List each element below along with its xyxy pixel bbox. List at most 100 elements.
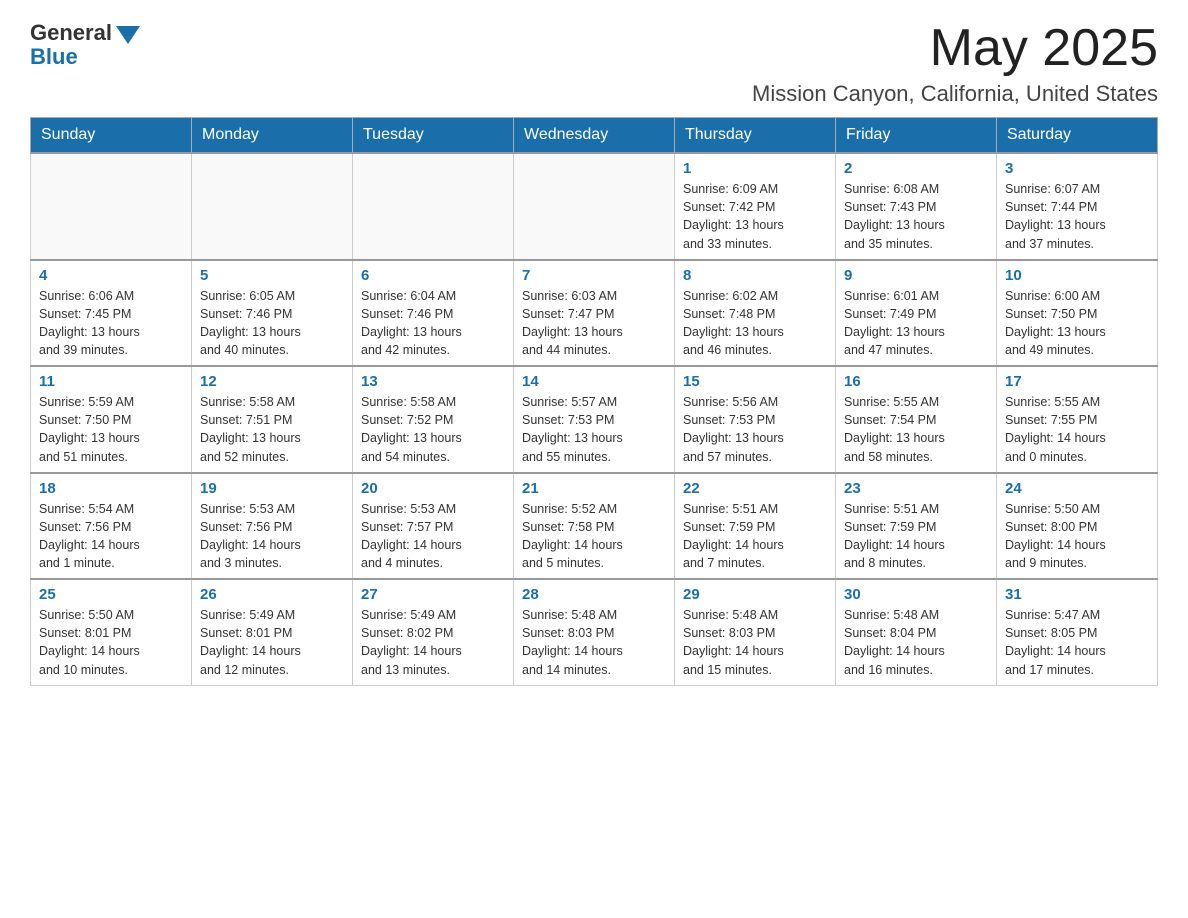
- logo: General Blue: [30, 20, 140, 70]
- calendar-cell: 9 Sunrise: 6:01 AM Sunset: 7:49 PM Daylig…: [836, 260, 997, 367]
- calendar-cell: 3 Sunrise: 6:07 AM Sunset: 7:44 PM Daylig…: [997, 153, 1158, 260]
- calendar-cell: 6Sunrise: 6:04 AM Sunset: 7:46 PM Daylig…: [353, 260, 514, 367]
- day-number: 1: [683, 160, 827, 177]
- day-number: 9: [844, 267, 988, 284]
- calendar-cell: 24 Sunrise: 5:50 AM Sunset: 8:00 PM Dayli…: [997, 473, 1158, 580]
- day-info: Sunrise: 5:51 AM Sunset: 7:59 PM Dayligh…: [683, 500, 827, 573]
- week-row-3: 11 Sunrise: 5:59 AM Sunset: 7:50 PM Dayli…: [31, 366, 1158, 473]
- day-number: 11: [39, 373, 183, 390]
- calendar-cell: 25 Sunrise: 5:50 AM Sunset: 8:01 PM Dayli…: [31, 579, 192, 685]
- calendar-cell: [353, 153, 514, 260]
- calendar-table: SundayMondayTuesdayWednesdayThursdayFrid…: [30, 117, 1158, 686]
- weekday-header-tuesday: Tuesday: [353, 118, 514, 154]
- calendar-cell: 20 Sunrise: 5:53 AM Sunset: 7:57 PM Dayli…: [353, 473, 514, 580]
- day-number: 30: [844, 586, 988, 603]
- day-info: Sunrise: 5:50 AM Sunset: 8:00 PM Dayligh…: [1005, 500, 1149, 573]
- week-row-5: 25 Sunrise: 5:50 AM Sunset: 8:01 PM Dayli…: [31, 579, 1158, 685]
- logo-triangle-icon: [116, 26, 140, 44]
- day-info: Sunrise: 5:49 AM Sunset: 8:02 PM Dayligh…: [361, 606, 505, 679]
- day-info: Sunrise: 5:59 AM Sunset: 7:50 PM Dayligh…: [39, 393, 183, 466]
- weekday-header-sunday: Sunday: [31, 118, 192, 154]
- day-info: Sunrise: 5:55 AM Sunset: 7:55 PM Dayligh…: [1005, 393, 1149, 466]
- calendar-cell: 13 Sunrise: 5:58 AM Sunset: 7:52 PM Dayli…: [353, 366, 514, 473]
- calendar-cell: 17 Sunrise: 5:55 AM Sunset: 7:55 PM Dayli…: [997, 366, 1158, 473]
- calendar-cell: 12 Sunrise: 5:58 AM Sunset: 7:51 PM Dayli…: [192, 366, 353, 473]
- day-info: Sunrise: 5:49 AM Sunset: 8:01 PM Dayligh…: [200, 606, 344, 679]
- calendar-cell: 22 Sunrise: 5:51 AM Sunset: 7:59 PM Dayli…: [675, 473, 836, 580]
- day-info: Sunrise: 5:56 AM Sunset: 7:53 PM Dayligh…: [683, 393, 827, 466]
- calendar-cell: 29Sunrise: 5:48 AM Sunset: 8:03 PM Dayli…: [675, 579, 836, 685]
- day-info: Sunrise: 5:53 AM Sunset: 7:56 PM Dayligh…: [200, 500, 344, 573]
- day-info: Sunrise: 6:06 AM Sunset: 7:45 PM Dayligh…: [39, 287, 183, 360]
- calendar-cell: [514, 153, 675, 260]
- day-number: 3: [1005, 160, 1149, 177]
- day-number: 15: [683, 373, 827, 390]
- calendar-cell: 2 Sunrise: 6:08 AM Sunset: 7:43 PM Daylig…: [836, 153, 997, 260]
- day-info: Sunrise: 5:52 AM Sunset: 7:58 PM Dayligh…: [522, 500, 666, 573]
- weekday-header-monday: Monday: [192, 118, 353, 154]
- day-number: 2: [844, 160, 988, 177]
- day-number: 26: [200, 586, 344, 603]
- day-info: Sunrise: 6:02 AM Sunset: 7:48 PM Dayligh…: [683, 287, 827, 360]
- day-number: 21: [522, 480, 666, 497]
- calendar-cell: 21 Sunrise: 5:52 AM Sunset: 7:58 PM Dayli…: [514, 473, 675, 580]
- day-info: Sunrise: 5:58 AM Sunset: 7:52 PM Dayligh…: [361, 393, 505, 466]
- day-number: 23: [844, 480, 988, 497]
- calendar-cell: [192, 153, 353, 260]
- day-number: 19: [200, 480, 344, 497]
- logo-blue-text: Blue: [30, 44, 78, 70]
- week-row-2: 4 Sunrise: 6:06 AM Sunset: 7:45 PM Daylig…: [31, 260, 1158, 367]
- day-info: Sunrise: 5:58 AM Sunset: 7:51 PM Dayligh…: [200, 393, 344, 466]
- day-info: Sunrise: 5:48 AM Sunset: 8:03 PM Dayligh…: [683, 606, 827, 679]
- month-title: May 2025: [752, 20, 1158, 77]
- day-info: Sunrise: 5:48 AM Sunset: 8:03 PM Dayligh…: [522, 606, 666, 679]
- day-number: 13: [361, 373, 505, 390]
- logo-general-text: General: [30, 20, 112, 46]
- calendar-cell: 26 Sunrise: 5:49 AM Sunset: 8:01 PM Dayli…: [192, 579, 353, 685]
- day-number: 16: [844, 373, 988, 390]
- weekday-header-wednesday: Wednesday: [514, 118, 675, 154]
- calendar-cell: 1 Sunrise: 6:09 AM Sunset: 7:42 PM Daylig…: [675, 153, 836, 260]
- day-info: Sunrise: 5:55 AM Sunset: 7:54 PM Dayligh…: [844, 393, 988, 466]
- day-number: 22: [683, 480, 827, 497]
- day-info: Sunrise: 6:01 AM Sunset: 7:49 PM Dayligh…: [844, 287, 988, 360]
- calendar-cell: 8Sunrise: 6:02 AM Sunset: 7:48 PM Daylig…: [675, 260, 836, 367]
- day-number: 4: [39, 267, 183, 284]
- calendar-cell: 14Sunrise: 5:57 AM Sunset: 7:53 PM Dayli…: [514, 366, 675, 473]
- calendar-cell: 28 Sunrise: 5:48 AM Sunset: 8:03 PM Dayli…: [514, 579, 675, 685]
- weekday-header-saturday: Saturday: [997, 118, 1158, 154]
- calendar-cell: 31Sunrise: 5:47 AM Sunset: 8:05 PM Dayli…: [997, 579, 1158, 685]
- weekday-header-friday: Friday: [836, 118, 997, 154]
- day-number: 14: [522, 373, 666, 390]
- day-number: 17: [1005, 373, 1149, 390]
- day-number: 24: [1005, 480, 1149, 497]
- week-row-4: 18Sunrise: 5:54 AM Sunset: 7:56 PM Dayli…: [31, 473, 1158, 580]
- calendar-cell: 19 Sunrise: 5:53 AM Sunset: 7:56 PM Dayli…: [192, 473, 353, 580]
- day-info: Sunrise: 6:03 AM Sunset: 7:47 PM Dayligh…: [522, 287, 666, 360]
- day-number: 10: [1005, 267, 1149, 284]
- calendar-cell: 18Sunrise: 5:54 AM Sunset: 7:56 PM Dayli…: [31, 473, 192, 580]
- calendar-cell: [31, 153, 192, 260]
- day-number: 7: [522, 267, 666, 284]
- calendar-cell: 7 Sunrise: 6:03 AM Sunset: 7:47 PM Daylig…: [514, 260, 675, 367]
- day-info: Sunrise: 5:51 AM Sunset: 7:59 PM Dayligh…: [844, 500, 988, 573]
- calendar-cell: 23 Sunrise: 5:51 AM Sunset: 7:59 PM Dayli…: [836, 473, 997, 580]
- weekday-header-thursday: Thursday: [675, 118, 836, 154]
- calendar-cell: 10 Sunrise: 6:00 AM Sunset: 7:50 PM Dayli…: [997, 260, 1158, 367]
- day-number: 12: [200, 373, 344, 390]
- day-number: 27: [361, 586, 505, 603]
- day-info: Sunrise: 5:50 AM Sunset: 8:01 PM Dayligh…: [39, 606, 183, 679]
- page-header: General Blue May 2025 Mission Canyon, Ca…: [30, 20, 1158, 107]
- day-info: Sunrise: 6:09 AM Sunset: 7:42 PM Dayligh…: [683, 180, 827, 253]
- calendar-cell: 30 Sunrise: 5:48 AM Sunset: 8:04 PM Dayli…: [836, 579, 997, 685]
- day-info: Sunrise: 6:08 AM Sunset: 7:43 PM Dayligh…: [844, 180, 988, 253]
- day-info: Sunrise: 5:48 AM Sunset: 8:04 PM Dayligh…: [844, 606, 988, 679]
- day-number: 25: [39, 586, 183, 603]
- day-number: 28: [522, 586, 666, 603]
- day-info: Sunrise: 6:07 AM Sunset: 7:44 PM Dayligh…: [1005, 180, 1149, 253]
- day-number: 20: [361, 480, 505, 497]
- day-info: Sunrise: 5:54 AM Sunset: 7:56 PM Dayligh…: [39, 500, 183, 573]
- day-info: Sunrise: 6:00 AM Sunset: 7:50 PM Dayligh…: [1005, 287, 1149, 360]
- calendar-cell: 16 Sunrise: 5:55 AM Sunset: 7:54 PM Dayli…: [836, 366, 997, 473]
- day-info: Sunrise: 5:53 AM Sunset: 7:57 PM Dayligh…: [361, 500, 505, 573]
